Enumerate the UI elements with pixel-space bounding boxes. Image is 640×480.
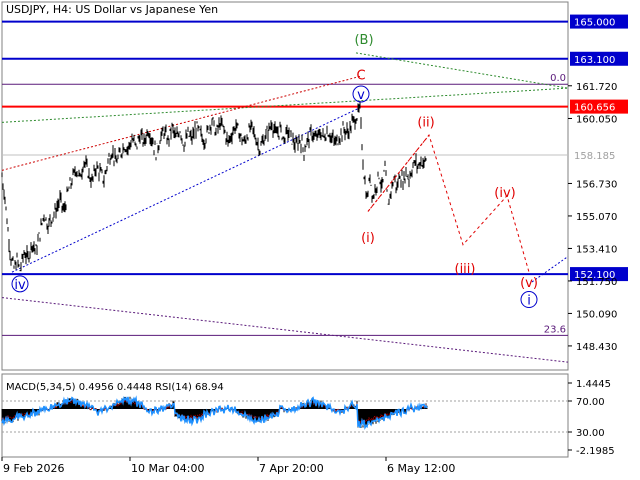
trendline-red	[1, 75, 361, 171]
wave-label: (i)	[361, 231, 375, 246]
x-tick-label: 9 Feb 2026	[3, 462, 64, 475]
y-tick-label: 153.410	[576, 244, 617, 255]
main-panel-border	[1, 1, 569, 371]
wave-label: (iii)	[455, 262, 476, 277]
y-tick-label: 151.750	[576, 277, 617, 288]
trendline-purple	[1, 297, 569, 363]
level-price-label: 163.100	[574, 55, 615, 66]
y-tick-label: 150.090	[576, 309, 617, 320]
x-tick-label: 10 Mar 04:00	[131, 462, 204, 475]
fib-level-label: 23.6	[544, 324, 566, 335]
y-tick-label: 148.430	[576, 342, 617, 353]
y-tick-label: 156.730	[576, 179, 617, 190]
x-axis: 9 Feb 2026 10 Mar 04:00 7 Apr 20:00 6 May 1…	[1, 457, 455, 475]
price-chart: 165.000163.100160.656158.185152.1000.023…	[1, 1, 628, 475]
macd-rsi-indicator: MACD(5,34,5) 0.4956 0.4448 RSI(14) 68.94…	[1, 379, 615, 457]
wave-labels: (B) Cv (ii) (i) (iv) (iii) (v) iv i	[11, 33, 538, 309]
x-tick-label: 7 Apr 20:00	[259, 462, 324, 475]
y-tick-label: 161.720	[576, 82, 617, 93]
x-tick-label: 6 May 12:00	[387, 462, 455, 475]
level-price-label: 165.000	[574, 18, 615, 29]
level-price-label: 158.185	[574, 151, 615, 162]
wave-label: (ii)	[417, 115, 434, 130]
trendline-green	[1, 87, 569, 123]
wave-label: iv	[14, 278, 26, 293]
indicator-tick-label: -2.1985	[576, 446, 615, 457]
y-tick-label: 160.050	[576, 114, 617, 125]
level-price-label: 160.656	[574, 103, 615, 114]
y-axis: 161.720 160.050 156.730 155.070 153.410 151.7…	[568, 82, 617, 353]
macd-label: MACD(5,34,5) 0.4956 0.4448 RSI(14) 68.94	[6, 382, 224, 393]
forecast-wave	[367, 134, 530, 273]
wave-label: (B)	[354, 33, 373, 48]
wave-label: (v)	[520, 276, 538, 291]
forecast-path	[367, 134, 530, 273]
trendlines	[1, 52, 569, 363]
indicator-tick-label: 30.00	[576, 428, 605, 439]
y-tick-label: 155.070	[576, 212, 617, 223]
indicator-tick-label: 1.4445	[576, 379, 611, 390]
chart-title: USDJPY, H4: US Dollar vs Japanese Yen	[6, 3, 219, 16]
wave-label: i	[527, 294, 531, 309]
wave-label: C	[356, 68, 365, 83]
indicator-tick-label: 70.00	[576, 397, 605, 408]
wave-label: (iv)	[494, 186, 515, 201]
wave-label: v	[357, 88, 365, 103]
fib-level-label: 0.0	[550, 73, 566, 84]
